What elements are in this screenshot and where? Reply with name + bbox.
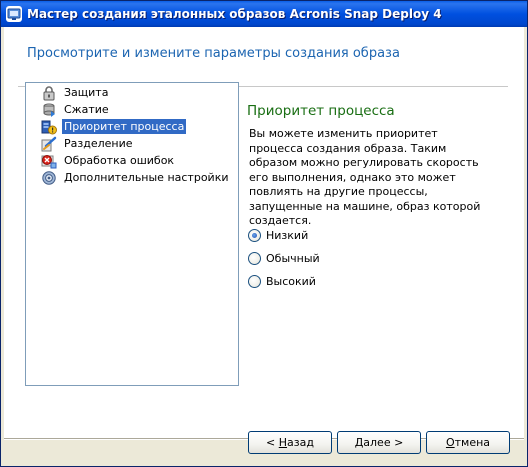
radio-low[interactable]	[248, 229, 261, 242]
compression-icon	[41, 102, 57, 118]
tree-item-label: Защита	[64, 86, 109, 99]
lock-icon	[41, 85, 57, 101]
header-area: Просмотрите и измените параметры создани…	[4, 27, 524, 85]
options-tree[interactable]: Защита Сжатие Приоритет процесса Разделе…	[25, 82, 239, 386]
tree-item-error-handling[interactable]: Обработка ошибок	[41, 152, 176, 169]
radio-label[interactable]: Низкий	[266, 229, 308, 242]
back-button[interactable]: < Назад	[248, 431, 332, 454]
section-title: Приоритет процесса	[247, 103, 395, 119]
tree-item-additional-settings[interactable]: Дополнительные настройки	[41, 169, 231, 186]
priority-icon	[41, 119, 57, 135]
tree-item-protection[interactable]: Защита	[41, 84, 110, 101]
tree-item-label: Разделение	[64, 137, 133, 150]
cancel-button-label: тмена	[454, 436, 491, 449]
tree-item-process-priority[interactable]: Приоритет процесса	[41, 118, 187, 135]
split-icon	[41, 136, 57, 152]
tree-item-label: Приоритет процесса	[62, 119, 187, 134]
title-bar[interactable]: Мастер создания эталонных образов Acroni…	[1, 1, 527, 27]
tree-item-label: Обработка ошибок	[64, 154, 175, 167]
priority-option-high[interactable]: Высокий	[248, 275, 316, 288]
radio-normal[interactable]	[248, 252, 261, 265]
back-button-label: азад	[287, 436, 314, 449]
radio-label[interactable]: Обычный	[266, 252, 320, 265]
client-area: Просмотрите и измените параметры создани…	[4, 27, 524, 465]
next-button-accel: Д	[354, 436, 364, 449]
cancel-button[interactable]: Отмена	[426, 431, 510, 454]
next-button-label: алее >	[363, 436, 404, 449]
app-icon	[6, 6, 22, 22]
cancel-button-accel: О	[445, 436, 455, 449]
section-description: Вы можете изменить приоритет процесса со…	[249, 127, 481, 227]
tree-item-label: Дополнительные настройки	[64, 171, 229, 184]
tree-item-compression[interactable]: Сжатие	[41, 101, 111, 118]
next-button[interactable]: Далее >	[337, 431, 421, 454]
wizard-window: Мастер создания эталонных образов Acroni…	[0, 0, 528, 467]
settings-gear-icon	[41, 170, 57, 186]
back-button-accel: Н	[278, 436, 288, 449]
error-handling-icon	[41, 153, 57, 169]
radio-high[interactable]	[248, 275, 261, 288]
tree-item-split[interactable]: Разделение	[41, 135, 135, 152]
window-title: Мастер создания эталонных образов Acroni…	[27, 7, 442, 21]
priority-option-low[interactable]: Низкий	[248, 229, 308, 242]
tree-item-label: Сжатие	[64, 103, 109, 116]
back-button-prefix: <	[266, 436, 279, 449]
priority-option-normal[interactable]: Обычный	[248, 252, 320, 265]
radio-label[interactable]: Высокий	[266, 275, 316, 288]
page-title: Просмотрите и измените параметры создани…	[27, 46, 400, 61]
